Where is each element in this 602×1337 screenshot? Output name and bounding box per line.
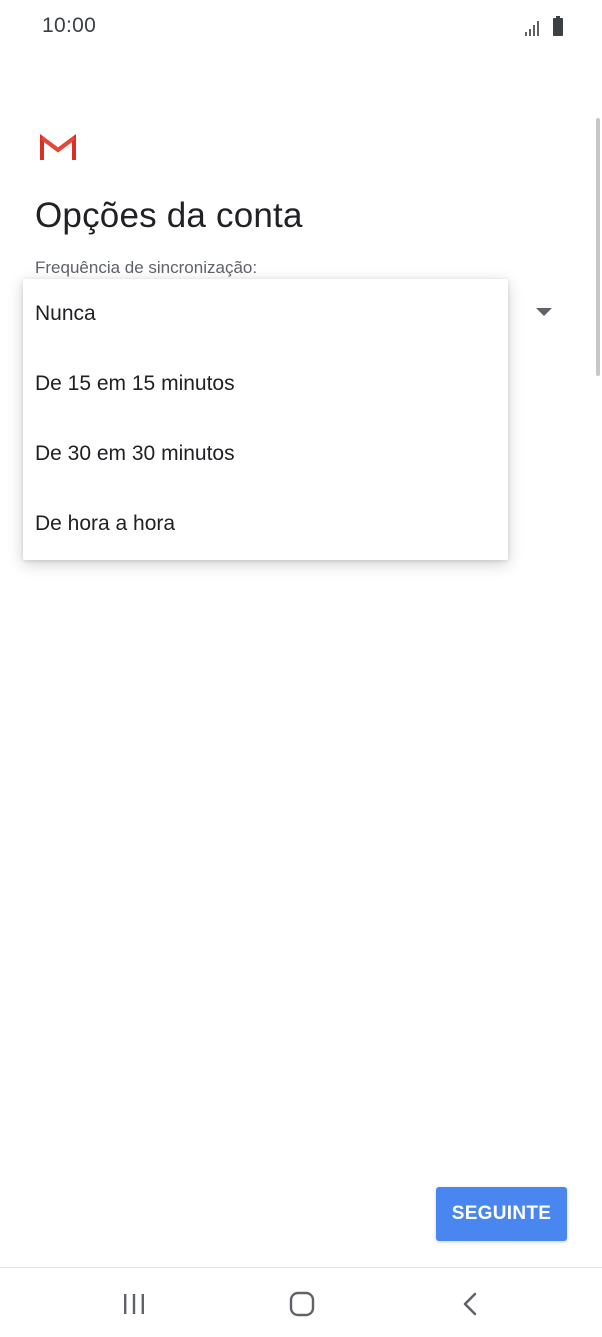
option-15-minutes[interactable]: De 15 em 15 minutos [23, 349, 508, 419]
signal-icon [525, 21, 539, 36]
option-nunca[interactable]: Nunca [23, 279, 508, 349]
recents-button[interactable] [114, 1288, 154, 1320]
option-30-minutes[interactable]: De 30 em 30 minutos [23, 419, 508, 489]
status-bar: 10:00 [0, 0, 602, 52]
status-icons [524, 14, 564, 36]
status-time: 10:00 [42, 14, 97, 37]
next-button[interactable]: SEGUINTE [436, 1187, 567, 1241]
battery-icon [553, 16, 563, 36]
back-button[interactable] [450, 1288, 490, 1320]
back-icon [463, 1292, 477, 1316]
sync-frequency-dropdown: Nunca De 15 em 15 minutos De 30 em 30 mi… [23, 279, 508, 560]
scroll-indicator[interactable] [596, 118, 600, 376]
option-hourly[interactable]: De hora a hora [23, 489, 508, 559]
recents-icon [124, 1294, 144, 1314]
sync-frequency-label: Frequência de sincronização: [35, 258, 258, 277]
page-title: Opções da conta [35, 196, 303, 235]
gmail-logo [40, 134, 76, 160]
home-button[interactable] [282, 1288, 322, 1320]
home-icon [289, 1291, 315, 1317]
navigation-bar [0, 1268, 602, 1337]
dropdown-arrow-icon[interactable] [536, 308, 552, 316]
